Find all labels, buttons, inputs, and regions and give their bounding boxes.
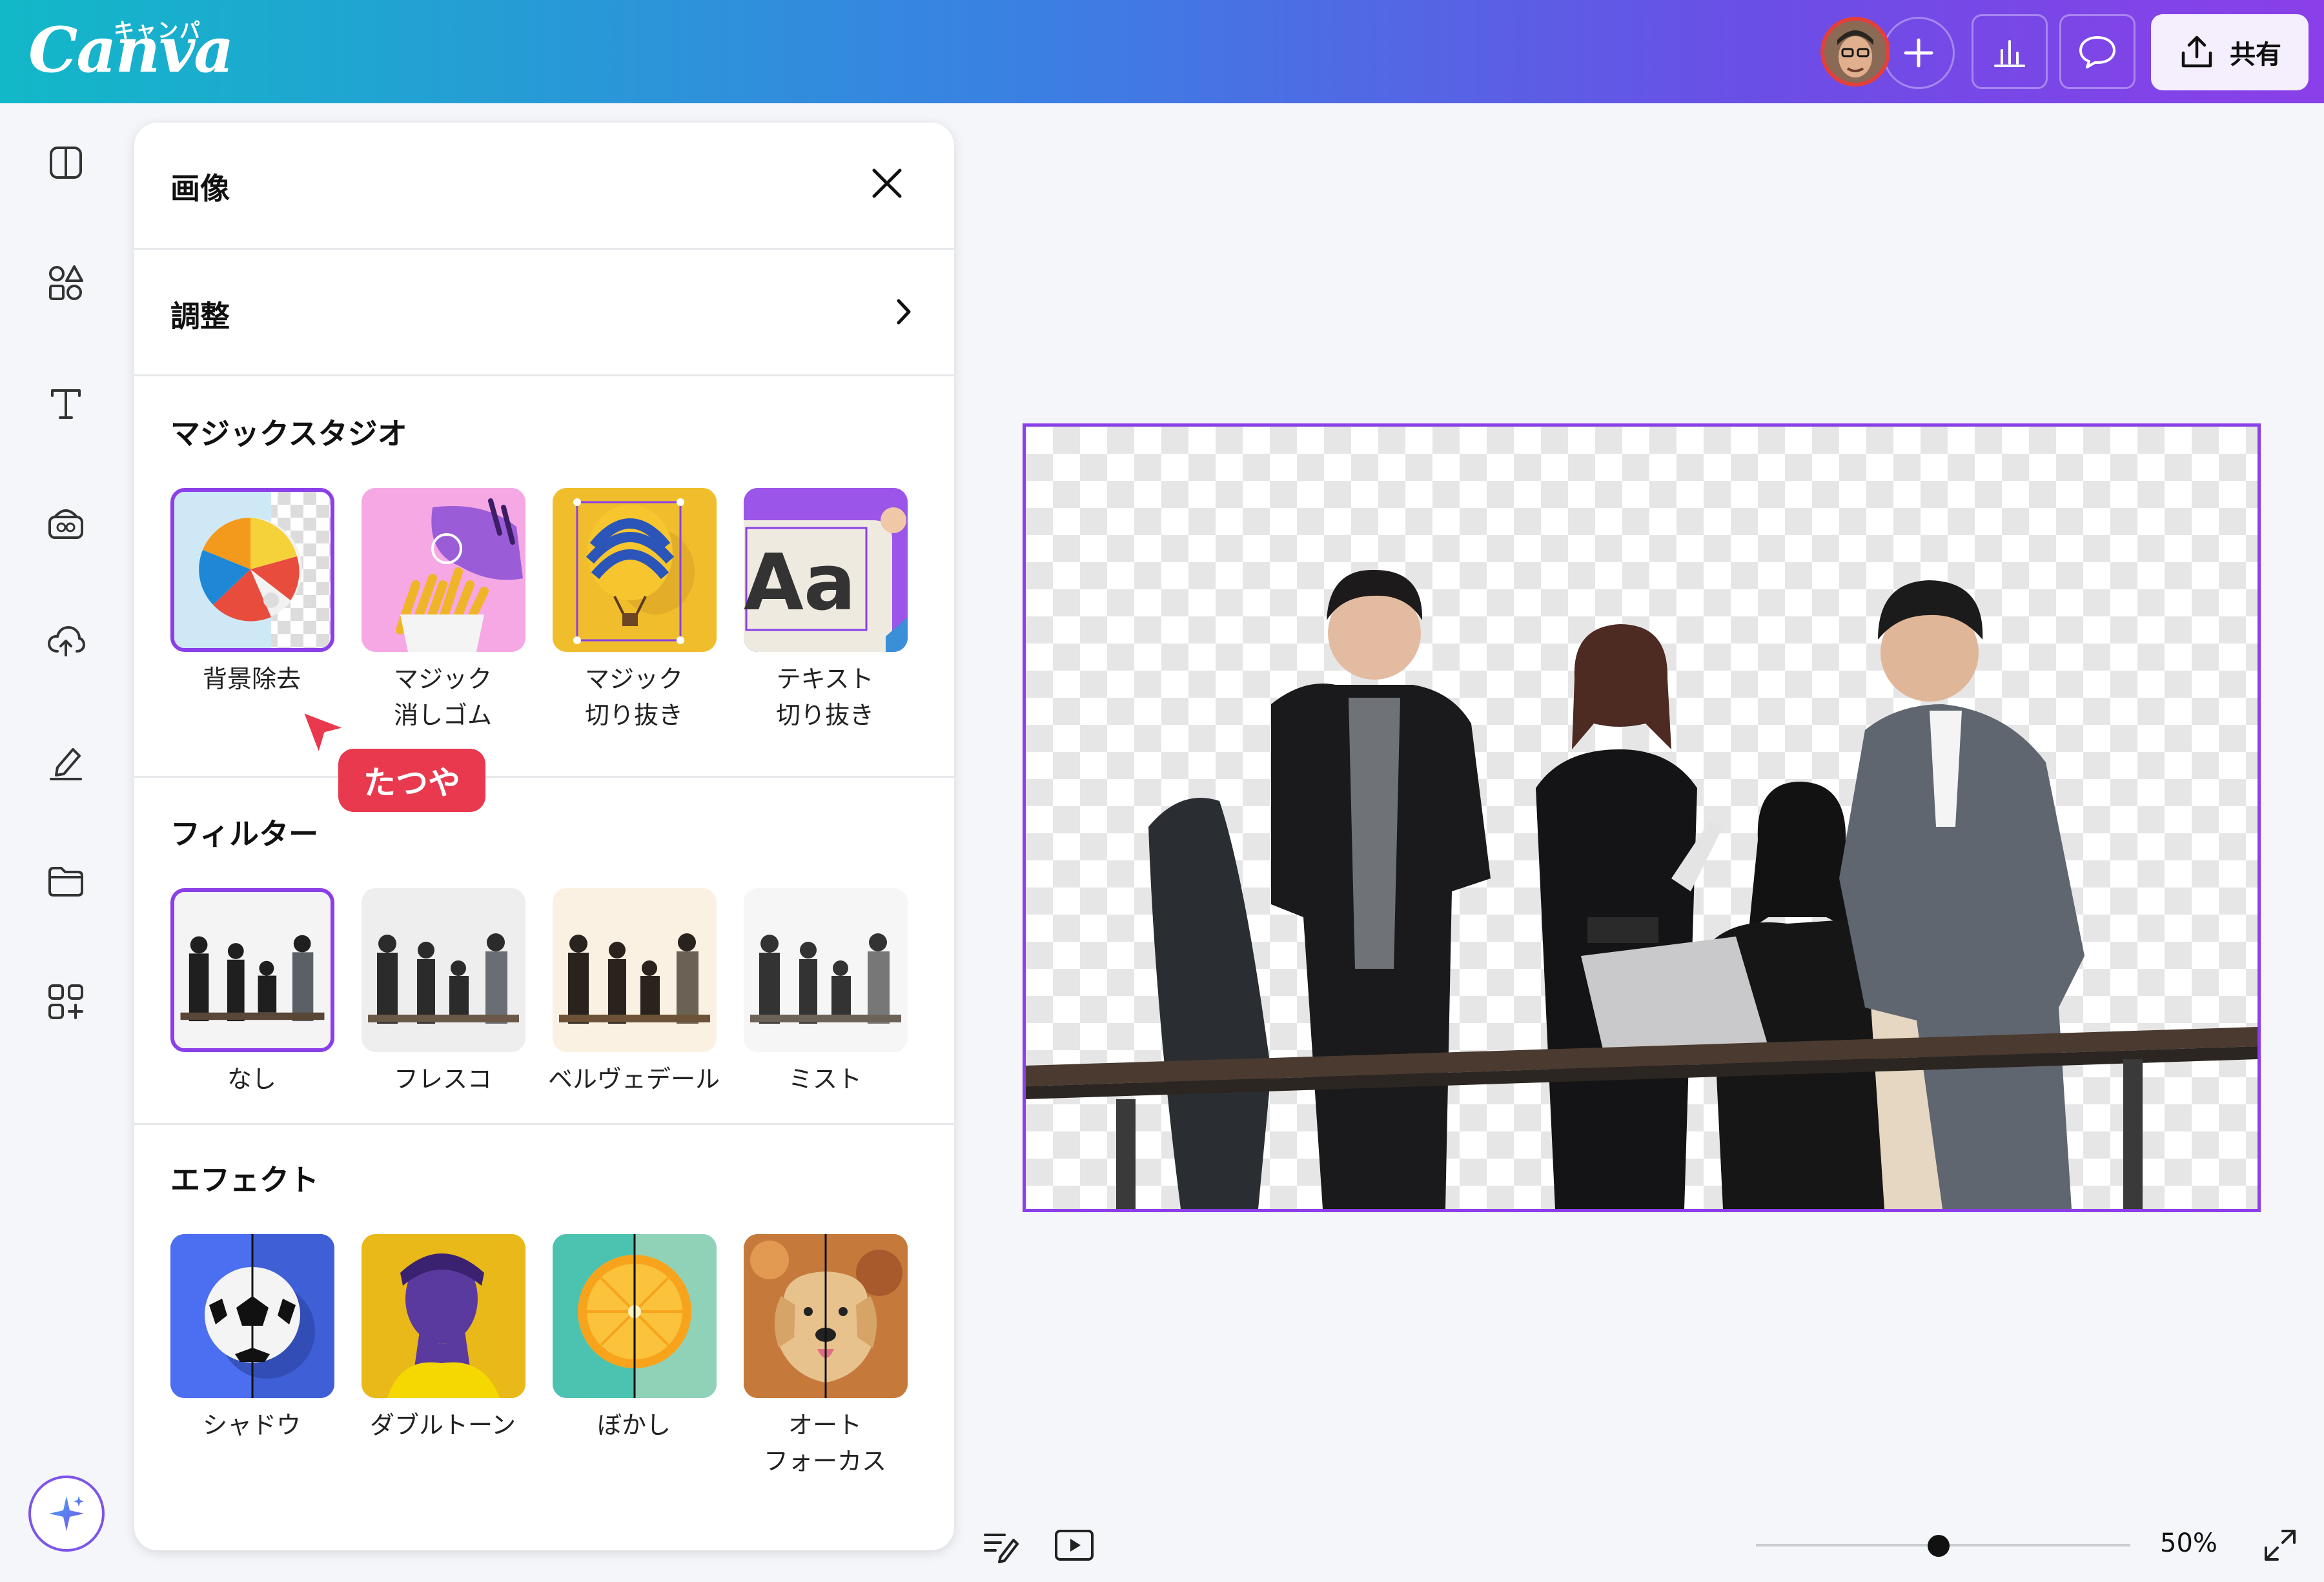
fullscreen-button[interactable] (2261, 1526, 2299, 1565)
filter-fresco-label: フレスコ (393, 1065, 492, 1093)
design-canvas[interactable] (1023, 423, 2261, 1212)
filter-mist-thumb[interactable] (744, 888, 908, 1052)
effect-autofocus-label-2: フォーカス (763, 1447, 886, 1476)
collaborator-name-tag: たつや (338, 749, 485, 812)
close-button[interactable] (868, 164, 906, 203)
avatar[interactable] (1820, 17, 1890, 86)
balloon-image (553, 488, 717, 652)
rail-elements[interactable] (43, 259, 89, 306)
comment-icon (2079, 36, 2115, 68)
present-button[interactable] (1054, 1526, 1095, 1565)
zoom-value[interactable]: 50% (2160, 1528, 2217, 1558)
filter-none-image (174, 892, 331, 1048)
apps-icon (48, 984, 83, 1019)
magic-studio-heading: マジックスタジオ (170, 416, 407, 451)
play-icon (1055, 1530, 1094, 1561)
bar-chart-icon (1994, 40, 2025, 67)
top-bar: Canva キャンパ 共有 (0, 0, 2324, 103)
effect-shadow-thumb[interactable] (170, 1234, 334, 1398)
plus-icon (1904, 38, 1933, 68)
duotone-portrait-image (362, 1234, 525, 1398)
fries-image (362, 488, 525, 652)
effect-autofocus-thumb[interactable] (744, 1234, 908, 1398)
close-icon (872, 168, 902, 198)
divider (134, 776, 954, 778)
magic-grab-label-2: 切り抜き (584, 701, 683, 729)
bg-remover-thumb[interactable] (170, 488, 334, 652)
rail-draw[interactable] (43, 738, 89, 785)
share-button[interactable]: 共有 (2151, 14, 2309, 90)
rail-projects[interactable] (43, 858, 89, 905)
comments-button[interactable] (2059, 14, 2135, 89)
filter-belvedere-image (553, 888, 717, 1052)
effect-blur-thumb[interactable] (553, 1234, 717, 1398)
rail-layout[interactable] (43, 139, 89, 186)
divider (134, 248, 954, 250)
rail-apps[interactable] (43, 979, 89, 1025)
folder-icon (48, 867, 83, 897)
text-cutout-label-1: テキスト (776, 665, 874, 693)
soccer-ball-image (170, 1234, 334, 1398)
filter-fresco-thumb[interactable] (362, 888, 525, 1052)
text-aa-image: Aa (744, 488, 908, 652)
cloud-upload-icon (47, 625, 86, 656)
share-label: 共有 (2230, 40, 2281, 70)
effect-duotone-thumb[interactable] (362, 1234, 525, 1398)
share-upload-icon (2181, 35, 2212, 68)
effect-autofocus-label-1: オート (788, 1411, 862, 1439)
filter-none-thumb[interactable] (170, 888, 334, 1052)
avatar-face-icon (1824, 21, 1886, 83)
golden-dog-image (744, 1234, 908, 1398)
zoom-slider-handle[interactable] (1928, 1535, 1950, 1557)
insights-button[interactable] (1972, 14, 2048, 89)
filter-mist-label: ミスト (788, 1065, 862, 1093)
rail-brand[interactable] (43, 500, 89, 546)
effect-blur-label: ぼかし (596, 1411, 671, 1439)
chevron-right-icon (897, 299, 911, 325)
magic-assistant-button[interactable] (28, 1476, 105, 1552)
elements-icon (49, 265, 83, 300)
layout-icon (50, 147, 82, 179)
divider (134, 374, 954, 376)
text-cutout-thumb[interactable]: Aa (744, 488, 908, 652)
rail-text[interactable] (43, 380, 89, 426)
brand-icon (48, 509, 83, 539)
notes-icon (984, 1534, 1019, 1563)
business-team-photo (1026, 569, 2258, 1209)
divider (134, 1123, 954, 1125)
filter-none-label: なし (227, 1065, 276, 1093)
add-collaborator-button[interactable] (1882, 17, 1955, 89)
filter-mist-image (744, 888, 908, 1052)
magic-grab-label-1: マジック (584, 665, 683, 693)
panel-title: 画像 (170, 171, 230, 206)
adjust-row[interactable]: 調整 (134, 250, 954, 373)
expand-icon (2265, 1530, 2296, 1561)
magic-eraser-label-1: マジック (393, 665, 492, 693)
logo-kana: キャンパ (114, 18, 202, 43)
rail-upload[interactable] (43, 618, 89, 665)
sparkle-icon (49, 1496, 84, 1531)
effect-shadow-label: シャドウ (202, 1411, 301, 1439)
beach-ball-image (174, 492, 331, 648)
svg-text:Aa: Aa (744, 538, 856, 628)
text-icon (51, 389, 81, 419)
magic-grab-thumb[interactable] (553, 488, 717, 652)
notes-button[interactable] (981, 1526, 1020, 1565)
edit-image-panel: 画像 調整 マジックスタジオ 背景除去 マジック 消しゴム マジック 切り抜き … (134, 123, 954, 1550)
filters-heading: フィルター (170, 816, 319, 851)
magic-eraser-thumb[interactable] (362, 488, 525, 652)
text-cutout-label-2: 切り抜き (775, 701, 874, 729)
adjust-label: 調整 (170, 299, 230, 334)
filter-fresco-image (362, 888, 525, 1052)
magic-eraser-label-2: 消しゴム (393, 701, 492, 729)
bg-remover-label: 背景除去 (202, 665, 301, 693)
filter-belvedere-thumb[interactable] (553, 888, 717, 1052)
filter-belvedere-label: ベルヴェデール (547, 1065, 720, 1093)
effect-duotone-label: ダブルトーン (369, 1411, 516, 1439)
draw-pen-icon (50, 748, 82, 780)
orange-slice-image (553, 1234, 717, 1398)
effects-heading: エフェクト (170, 1162, 319, 1197)
